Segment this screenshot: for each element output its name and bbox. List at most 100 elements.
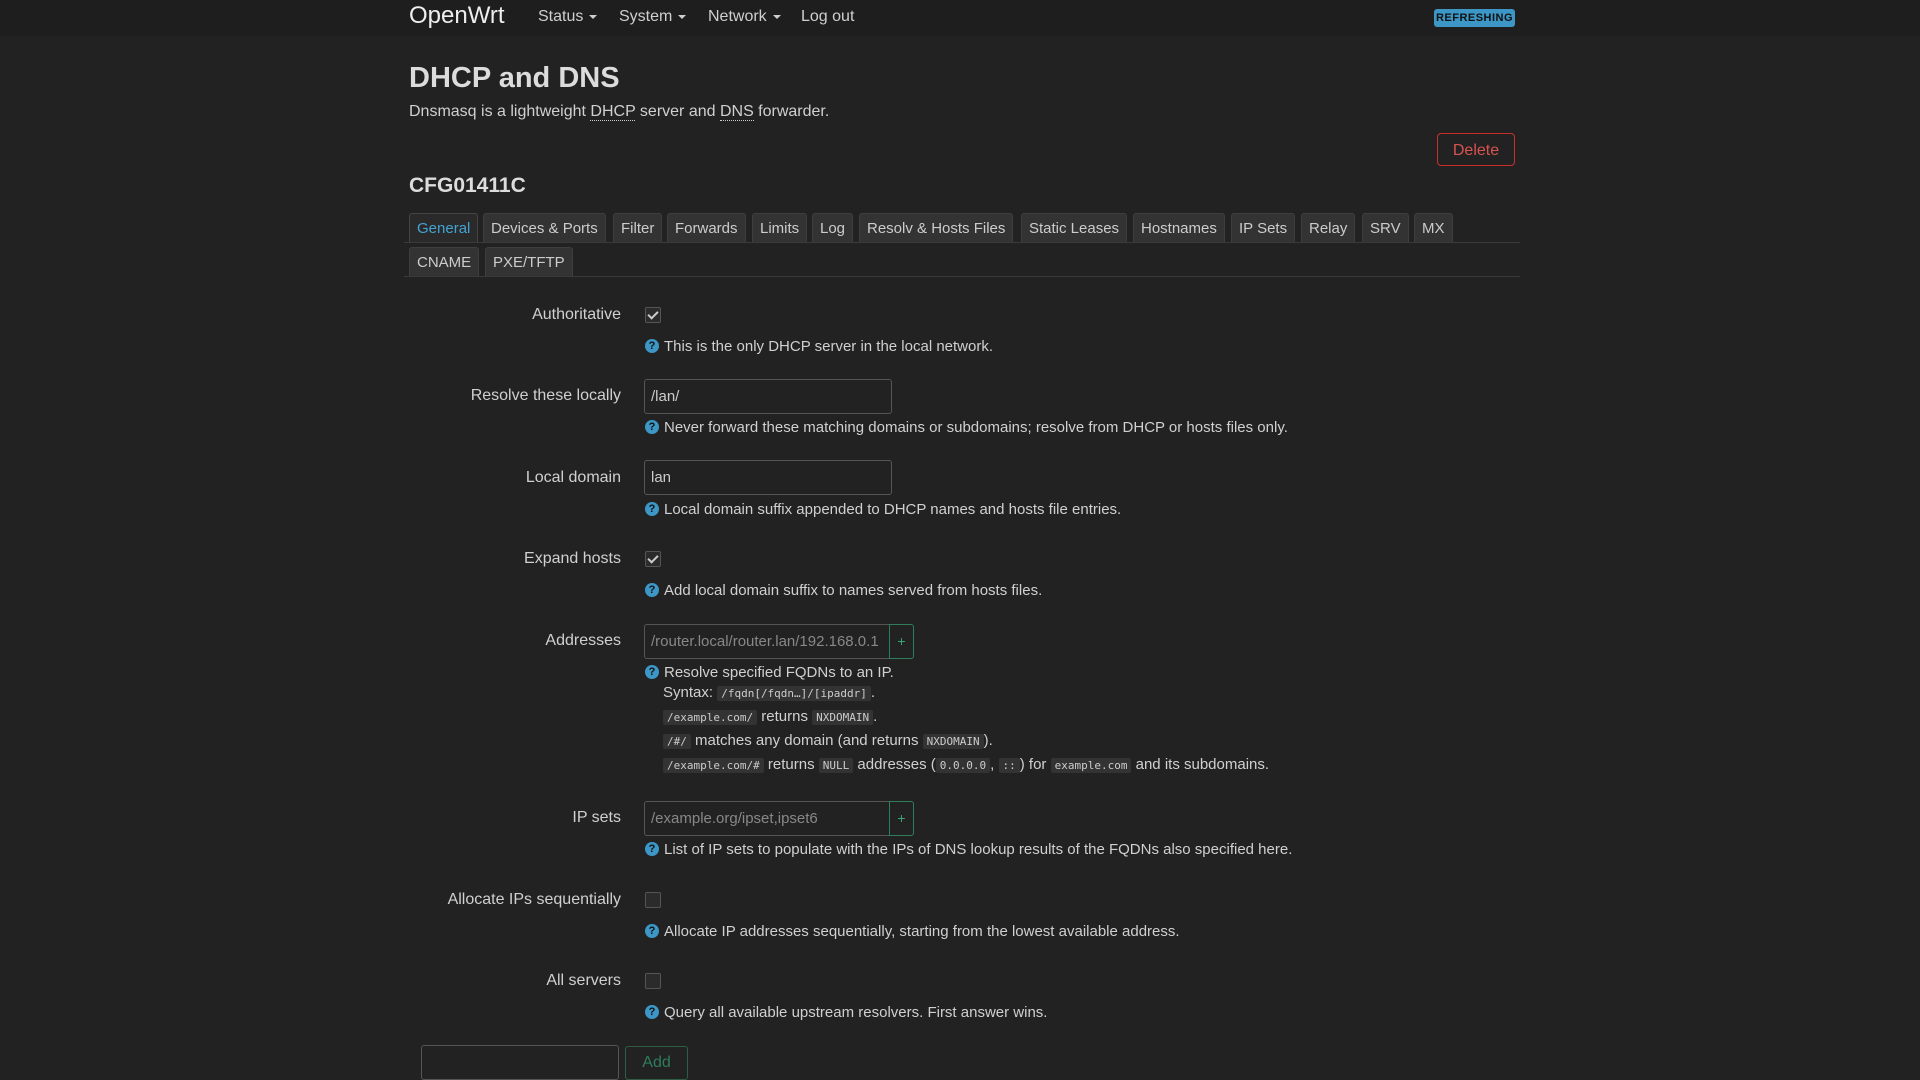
example-code: NXDOMAIN <box>922 734 984 749</box>
help-text: List of IP sets to populate with the IPs… <box>664 841 1293 858</box>
example-text: ). <box>983 732 993 749</box>
syntax-label: Syntax: <box>663 684 714 701</box>
addresses-add-button[interactable]: + <box>889 624 914 659</box>
example-text: returns <box>767 756 815 773</box>
example-code: NXDOMAIN <box>812 710 874 725</box>
tab-cname[interactable]: CNAME <box>409 247 480 276</box>
desc-text: forwarder. <box>753 103 830 120</box>
help-text: Allocate IP addresses sequentially, star… <box>664 923 1180 940</box>
top-navbar: OpenWrt Status System Network Log out RE… <box>0 0 1920 36</box>
help-text: This is the only DHCP server in the loca… <box>664 338 994 355</box>
tab-static-leases[interactable]: Static Leases <box>1021 213 1128 242</box>
expand-hosts-label: Expand hosts <box>524 550 621 567</box>
local-domain-label: Local domain <box>525 469 621 486</box>
tab-mx[interactable]: MX <box>1414 213 1453 242</box>
addresses-example-2: /#/ matches any domain (and returns NXDO… <box>663 732 993 749</box>
menu-network[interactable]: Network <box>708 8 781 26</box>
tab-relay[interactable]: Relay <box>1301 213 1356 242</box>
expand-hosts-checkbox[interactable] <box>645 551 661 567</box>
example-text: ) for <box>1019 756 1047 773</box>
page-title: DHCP and DNS <box>409 62 620 94</box>
desc-text: Dnsmasq is a lightweight <box>409 103 591 120</box>
addresses-input[interactable]: /router.local/router.lan/192.168.0.1 <box>644 624 890 659</box>
resolve-locally-input[interactable]: /lan/ <box>644 379 892 414</box>
help-circle-icon: ? <box>645 339 659 353</box>
caret-down-icon <box>589 14 598 19</box>
example-code: /example.com/# <box>663 758 764 773</box>
resolve-locally-help: ? Never forward these matching domains or… <box>645 418 1288 438</box>
refreshing-badge[interactable]: REFRESHING <box>1434 9 1515 27</box>
tab-general[interactable]: General <box>409 213 479 242</box>
help-text: Never forward these matching domains or … <box>664 419 1288 436</box>
help-text: Query all available upstream resolvers. … <box>664 1004 1048 1021</box>
check-icon <box>647 552 659 564</box>
desc-text: server and <box>635 103 720 120</box>
sequential-ip-label: Allocate IPs sequentially <box>447 891 621 908</box>
help-circle-icon: ? <box>645 583 659 597</box>
sequential-ip-checkbox[interactable] <box>645 892 661 908</box>
all-servers-help: ? Query all available upstream resolvers.… <box>645 1003 1047 1023</box>
dhcp-abbr: DHCP <box>590 103 636 121</box>
tab-ip-sets[interactable]: IP Sets <box>1231 213 1296 242</box>
section-title: CFG01411C <box>409 174 526 197</box>
resolve-locally-label: Resolve these locally <box>470 387 621 404</box>
local-domain-help: ? Local domain suffix appended to DHCP na… <box>645 500 1121 520</box>
dns-abbr: DNS <box>719 103 754 121</box>
menu-network-label: Network <box>708 8 767 25</box>
delete-button[interactable]: Delete <box>1437 133 1515 166</box>
tab-forwards[interactable]: Forwards <box>667 213 746 242</box>
menu-system[interactable]: System <box>619 8 687 26</box>
tab-log[interactable]: Log <box>812 213 854 242</box>
help-text: Resolve specified FQDNs to an IP. <box>664 664 894 681</box>
help-text: Add local domain suffix to names served … <box>664 582 1043 599</box>
new-section-name-input[interactable] <box>421 1045 619 1080</box>
help-circle-icon: ? <box>645 842 659 856</box>
menu-system-label: System <box>619 8 673 25</box>
addresses-example-1: /example.com/ returns NXDOMAIN. <box>663 708 877 725</box>
example-code: 0.0.0.0 <box>935 758 991 773</box>
tab-pxe-tftp[interactable]: PXE/TFTP <box>485 247 573 276</box>
example-text: addresses ( <box>857 756 936 773</box>
all-servers-checkbox[interactable] <box>645 973 661 989</box>
example-text: matches any domain (and returns <box>695 732 919 749</box>
example-code: /#/ <box>663 734 691 749</box>
all-servers-label: All servers <box>546 972 621 989</box>
tab-hostnames[interactable]: Hostnames <box>1133 213 1225 242</box>
help-circle-icon: ? <box>645 502 659 516</box>
help-circle-icon: ? <box>645 420 659 434</box>
brand-logo[interactable]: OpenWrt <box>409 2 505 30</box>
menu-status[interactable]: Status <box>538 8 598 26</box>
tab-divider <box>404 276 1520 277</box>
help-circle-icon: ? <box>645 924 659 938</box>
example-text: and its subdomains. <box>1135 756 1270 773</box>
tab-devices-ports[interactable]: Devices & Ports <box>483 213 606 242</box>
addresses-label: Addresses <box>545 632 621 649</box>
ip-sets-add-button[interactable]: + <box>889 801 914 836</box>
tab-filter[interactable]: Filter <box>613 213 663 242</box>
ip-sets-help: ? List of IP sets to populate with the IP… <box>645 840 1292 860</box>
local-domain-input[interactable]: lan <box>644 460 892 495</box>
authoritative-checkbox[interactable] <box>645 307 661 323</box>
example-code: NULL <box>818 758 854 773</box>
tab-resolv-hosts-files[interactable]: Resolv & Hosts Files <box>859 213 1014 242</box>
menu-logout[interactable]: Log out <box>801 8 854 26</box>
sequential-ip-help: ? Allocate IP addresses sequentially, sta… <box>645 922 1180 942</box>
page-description: Dnsmasq is a lightweight DHCP server and… <box>409 103 829 121</box>
menu-status-label: Status <box>538 8 584 25</box>
addresses-syntax: Syntax: /fqdn[/fqdn…]/[ipaddr]. <box>663 684 876 701</box>
plus-icon: + <box>897 633 906 649</box>
help-circle-icon: ? <box>645 665 659 679</box>
addresses-help: ? Resolve specified FQDNs to an IP. <box>645 663 894 683</box>
ip-sets-label: IP sets <box>572 809 621 826</box>
tab-divider <box>404 242 1520 243</box>
expand-hosts-help: ? Add local domain suffix to names served… <box>645 581 1042 601</box>
help-circle-icon: ? <box>645 1005 659 1019</box>
tab-limits[interactable]: Limits <box>752 213 808 242</box>
tab-srv[interactable]: SRV <box>1362 213 1409 242</box>
authoritative-label: Authoritative <box>532 306 621 323</box>
check-icon <box>647 308 659 320</box>
example-text: returns <box>761 708 808 725</box>
example-code: :: <box>998 758 1020 773</box>
ip-sets-input[interactable]: /example.org/ipset,ipset6 <box>644 801 890 836</box>
add-section-button[interactable]: Add <box>625 1046 688 1080</box>
